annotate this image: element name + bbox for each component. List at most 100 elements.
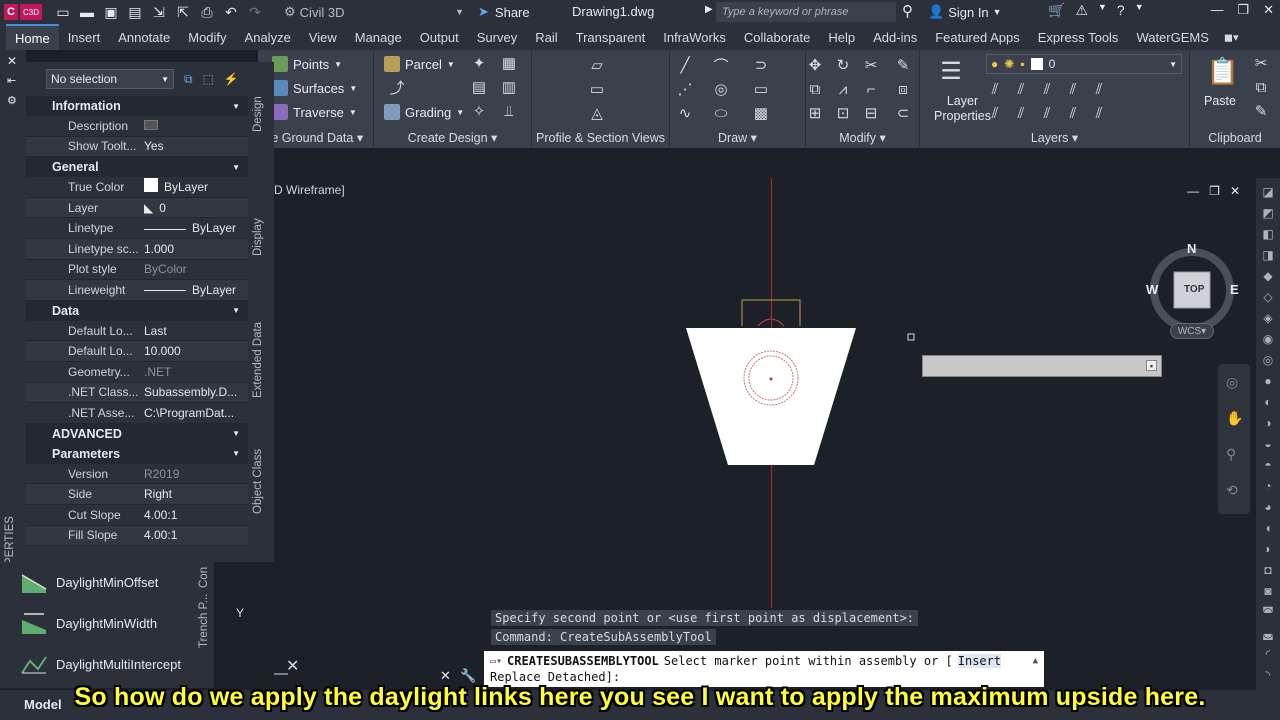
help-icon[interactable]: ? [1117,2,1125,19]
toolbar-tool-icon[interactable]: ◚ [1260,604,1276,620]
scale-icon[interactable]: ⊡ [834,104,852,122]
surfaces-button[interactable]: Surfaces ▼ [272,80,357,96]
ground-data-panel-title[interactable]: te Ground Data ▾ [258,130,373,145]
save-icon[interactable]: ▣ [102,3,120,21]
toolbar-tool-icon[interactable]: ◐ [1260,394,1276,410]
settings-icon[interactable]: ⚙ [7,94,17,107]
property-value[interactable]: Subassembly.D... [140,385,237,399]
more-tabs-icon[interactable]: ◼▾ [1224,31,1239,44]
select-objects-icon[interactable]: ⬚ [203,72,214,86]
export-icon[interactable]: ⇱ [174,3,192,21]
tab-manage[interactable]: Manage [346,24,411,50]
autohide-icon[interactable]: ⇤ [7,74,16,87]
cart-icon[interactable]: 🛒 [1048,2,1065,19]
toggle-pickadd-icon[interactable]: ⧉ [184,72,193,87]
toolbar-tool-icon[interactable]: ◔ [1260,478,1276,494]
clipboard-panel-title[interactable]: Clipboard [1190,131,1280,145]
toolbar-tool-icon[interactable]: ◪ [1260,184,1276,200]
chevron-up-icon[interactable]: ▲ [1033,656,1038,666]
property-value[interactable]: ByColor [140,262,187,276]
property-row[interactable]: Lineweight ByLayer [26,280,248,301]
display-tab[interactable]: Display [252,218,264,256]
pressure-network-icon[interactable]: ⫫ [500,102,518,120]
tool-item[interactable]: DaylightMultiIntercept [0,644,214,685]
property-row[interactable]: Show Toolt... Yes [26,136,248,158]
stretch-icon[interactable]: ⊞ [806,104,824,122]
layer-properties-button[interactable]: Layer Properties [934,94,991,124]
explode-icon[interactable]: ⧈ [894,80,912,98]
feature-line-icon[interactable]: ⤴ [388,78,406,97]
property-row[interactable]: Default Lo... Last [26,321,248,342]
open-icon[interactable]: ▬ [78,3,96,21]
selection-dropdown[interactable]: No selection ▼ [46,69,174,89]
arc-icon[interactable]: ⌒ [712,56,730,75]
compass-west[interactable]: W [1146,282,1158,297]
pan-icon[interactable]: ✋ [1226,410,1243,427]
property-value[interactable]: Last [140,324,167,338]
toolbar-tool-icon[interactable]: ◧ [1260,226,1276,242]
close-icon[interactable]: ✕ [7,54,17,68]
profile-icon[interactable]: ▦ [500,54,518,72]
tool-item[interactable]: DaylightMinWidth [0,603,214,644]
fillet-modify-icon[interactable]: ⌐ [862,80,880,98]
command-input[interactable]: ▭▾ CREATESUBASSEMBLYTOOL Select marker p… [484,651,1044,687]
polyline-icon[interactable]: ⋰ [676,80,694,98]
intersection-icon[interactable]: ▥ [500,78,518,96]
search-input[interactable]: Type a keyword or phrase [716,2,896,22]
toolbar-tool-icon[interactable]: ◓ [1260,457,1276,473]
toolbar-tool-icon[interactable]: ◖ [1260,520,1276,536]
tab-collaborate[interactable]: Collaborate [735,24,820,50]
property-value[interactable]: 10.000 [140,344,181,358]
property-value[interactable]: .NET [140,365,171,379]
mirror-icon[interactable]: ⩘ [834,80,852,98]
tool-palette-tab[interactable]: Trench P... [198,594,210,648]
toolbar-tool-icon[interactable]: ◒ [1260,436,1276,452]
toolbar-tool-icon[interactable]: ◩ [1260,205,1276,221]
new-icon[interactable]: ▭ [54,3,72,21]
property-value[interactable]: Yes [140,139,164,153]
tab-infraworks[interactable]: InfraWorks [654,24,735,50]
sample-lines-icon[interactable]: ▭ [588,80,606,98]
pipe-network-icon[interactable]: ✧ [470,102,488,120]
trapezoid-shape[interactable] [686,328,856,465]
tab-add-ins[interactable]: Add-ins [864,24,926,50]
match-props-icon[interactable]: ✎ [1252,102,1270,120]
tab-help[interactable]: Help [819,24,864,50]
tool-palette-tab[interactable]: Con [198,567,210,588]
property-value[interactable]: ByLayer [140,221,236,235]
toolbar-tool-icon[interactable]: ◎ [1260,352,1276,368]
tab-rail[interactable]: Rail [526,24,566,50]
fillet-icon[interactable]: ⊃ [752,56,770,74]
section-data[interactable]: Data ▼ [26,300,248,321]
property-value[interactable] [140,119,164,133]
spline-icon[interactable]: ∿ [676,104,694,122]
modify-panel-title[interactable]: Modify ▾ [806,130,919,145]
input-icon[interactable]: ▪ [1146,360,1157,371]
grading-button[interactable]: Grading ▼ [384,104,464,120]
property-value[interactable]: ByLayer [140,283,236,297]
extended-data-tab[interactable]: Extended Data [252,322,264,398]
compass-east[interactable]: E [1230,282,1239,297]
alignment-icon[interactable]: ✦ [470,54,488,72]
property-row[interactable]: Linetype ByLayer [26,218,248,239]
section-views-icon[interactable]: ◬ [588,104,606,122]
restore-icon[interactable]: ❐ [1237,2,1249,18]
toolbar-tool-icon[interactable]: ◜ [1260,646,1276,662]
design-tab[interactable]: Design [252,96,264,132]
offset-icon[interactable]: ⊂ [894,104,912,122]
paste-label[interactable]: Paste [1204,94,1236,108]
create-design-panel-title[interactable]: Create Design ▾ [374,130,531,145]
property-row[interactable]: Default Lo... 10.000 [26,341,248,362]
tab-featured-apps[interactable]: Featured Apps [926,24,1029,50]
object-class-tab[interactable]: Object Class [252,449,264,514]
wcs-menu[interactable]: WCS ▾ [1170,323,1214,339]
property-value[interactable]: ByLayer [140,178,208,195]
layer-tool-icon[interactable]: ⫽ [1012,104,1030,122]
layer-tool-icon[interactable]: ⫽ [1038,80,1056,98]
tab-view[interactable]: View [300,24,346,50]
toolbar-tool-icon[interactable]: ◉ [1260,331,1276,347]
save-as-icon[interactable]: ▤ [126,3,144,21]
property-value[interactable]: 4.00:1 [140,528,177,542]
layer-tool-icon[interactable]: ⫽ [1064,80,1082,98]
move-icon[interactable]: ✥ [806,56,824,74]
